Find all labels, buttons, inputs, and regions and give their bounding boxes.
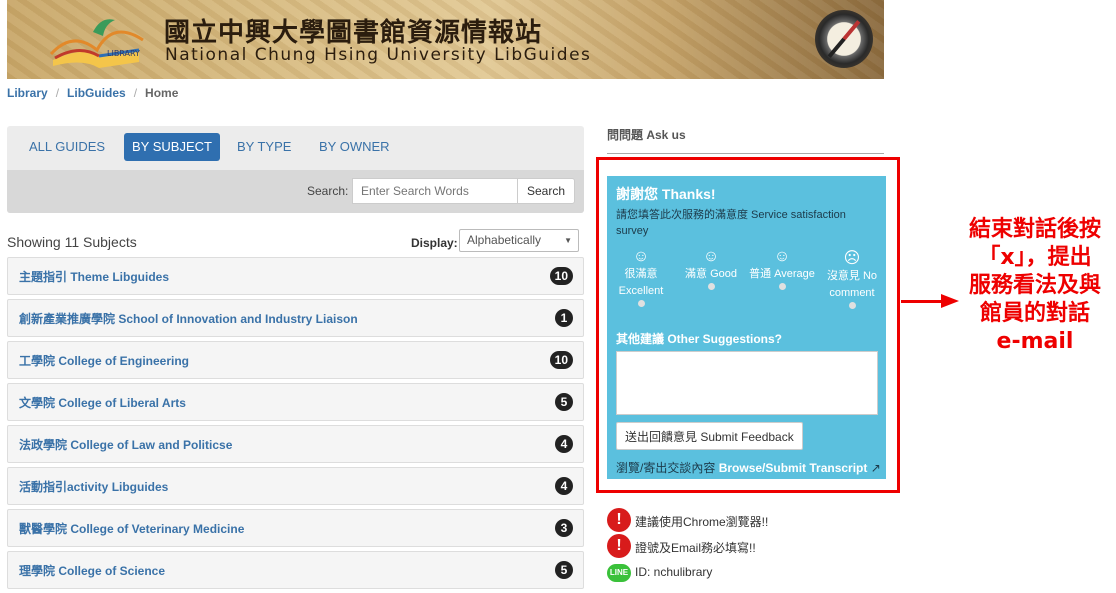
neutral-face-icon: ☺ [773,248,791,265]
rating-average[interactable]: ☺ 普通 Average [748,248,816,290]
notice-text: 證號及Email務必填寫!! [635,541,756,555]
satisfaction-survey: 謝謝您 Thanks! 請您填答此次服務的滿意度 Service satisfa… [607,176,886,479]
subject-link[interactable]: 活動指引activity Libguides [19,478,168,495]
count-badge: 3 [555,519,573,537]
guides-browse-panel: ALL GUIDES BY SUBJECT BY TYPE BY OWNER S… [7,126,584,213]
subject-link[interactable]: 文學院 College of Liberal Arts [19,394,186,411]
subject-link[interactable]: 工學院 College of Engineering [19,352,189,369]
alert-icon: ! [607,534,631,558]
rating-label: 普通 Average [749,268,815,280]
annotation-line: e-mail [996,329,1074,354]
count-badge: 1 [555,309,573,327]
banner-title-english: National Chung Hsing University LibGuide… [165,45,592,65]
rating-excellent[interactable]: ☺ 很滿意 Excellent [607,248,675,307]
list-item[interactable]: 創新產業推廣學院 School of Innovation and Indust… [7,299,584,337]
tab-all-guides[interactable]: ALL GUIDES [21,133,113,161]
subject-link[interactable]: 法政學院 College of Law and Politicse [19,436,232,453]
survey-description: 請您填答此次服務的滿意度 Service satisfaction survey [616,209,846,237]
list-item[interactable]: 法政學院 College of Law and Politicse 4 [7,425,584,463]
list-item[interactable]: 活動指引activity Libguides 4 [7,467,584,505]
notice-text: ID: nchulibrary [635,565,713,579]
notice-text: 建議使用Chrome瀏覽器!! [635,515,769,529]
rating-label: 很滿意 Excellent [618,268,664,297]
rating-no-comment[interactable]: ☹ 沒意見 No comment [818,248,886,309]
line-app-icon: LINE [607,564,631,582]
search-button[interactable]: Search [517,178,575,204]
search-bar: Search: Search [7,170,584,213]
transcript-label-en: Browse/Submit Transcript [718,461,868,475]
subject-link[interactable]: 理學院 College of Science [19,562,165,579]
display-label: Display: [411,236,458,250]
ask-us-heading: 問問題 Ask us [607,126,884,154]
subject-count-text: Showing 11 Subjects [7,234,137,250]
breadcrumb-current: Home [145,86,179,100]
breadcrumb: Library / LibGuides / Home [7,86,178,100]
rating-radio[interactable] [848,302,856,309]
annotation-line: 館員的對話 [979,301,1090,326]
annotation-line: 服務看法及與 [968,273,1101,298]
banner-title-chinese: 國立中興大學圖書館資源情報站 [164,18,543,48]
search-input[interactable] [352,178,518,204]
chevron-down-icon: ▼ [564,236,572,245]
smile-icon: ☺ [632,248,650,265]
suggestions-textarea[interactable] [616,351,878,415]
rating-radio[interactable] [778,283,786,290]
frown-icon: ☹ [843,250,861,267]
submit-feedback-button[interactable]: 送出回饋意見 Submit Feedback [616,422,803,450]
annotation-callout: 結束對話後按 「x」，提出 服務看法及與 館員的對話 e-mail [955,216,1115,356]
rating-label: 沒意見 No comment [826,270,878,299]
search-label: Search: [307,184,349,198]
rating-good[interactable]: ☺ 滿意 Good [677,248,745,290]
rating-label: 滿意 Good [685,268,737,280]
display-select-value: Alphabetically [467,233,542,247]
count-badge: 4 [555,435,573,453]
browse-tabs: ALL GUIDES BY SUBJECT BY TYPE BY OWNER [7,126,584,170]
subject-link[interactable]: 獸醫學院 College of Veterinary Medicine [19,520,244,537]
rating-radio[interactable] [707,283,715,290]
breadcrumb-libguides[interactable]: LibGuides [67,86,126,100]
smile-icon: ☺ [702,248,720,265]
transcript-link[interactable]: 瀏覽/寄出交談內容 Browse/Submit Transcript ↗ [616,459,881,476]
annotation-arrow [901,300,943,303]
tab-by-type[interactable]: BY TYPE [229,133,299,161]
annotation-line: 結束對話後按 [968,217,1101,242]
list-item[interactable]: 理學院 College of Science 5 [7,551,584,589]
subject-list: 主題指引 Theme Libguides 10 創新產業推廣學院 School … [7,257,584,593]
transcript-label-zh: 瀏覽/寄出交談內容 [616,461,716,475]
external-link-icon: ↗ [870,461,881,475]
list-item[interactable]: 文學院 College of Liberal Arts 5 [7,383,584,421]
annotation-line: 「x」，提出 [978,245,1092,270]
breadcrumb-library[interactable]: Library [7,86,48,100]
suggestions-label: 其他建議 Other Suggestions? [616,332,783,346]
survey-thanks: 謝謝您 Thanks! [616,186,716,202]
display-select[interactable]: Alphabetically ▼ [459,229,579,252]
library-logo-icon[interactable]: LIBRARY [43,10,149,70]
breadcrumb-separator: / [133,86,138,100]
tab-by-subject[interactable]: BY SUBJECT [124,133,220,161]
list-item[interactable]: 工學院 College of Engineering 10 [7,341,584,379]
list-item[interactable]: 獸醫學院 College of Veterinary Medicine 3 [7,509,584,547]
tab-by-owner[interactable]: BY OWNER [311,133,398,161]
header-banner: LIBRARY 國立中興大學圖書館資源情報站 National Chung Hs… [7,0,884,79]
count-badge: 5 [555,561,573,579]
count-badge: 10 [549,267,573,285]
logo-text: LIBRARY [107,49,140,58]
list-item[interactable]: 主題指引 Theme Libguides 10 [7,257,584,295]
rating-radio[interactable] [637,300,645,307]
count-badge: 5 [555,393,573,411]
breadcrumb-separator: / [55,86,60,100]
alert-icon: ! [607,508,631,532]
count-badge: 4 [555,477,573,495]
count-badge: 10 [549,351,573,369]
subject-link[interactable]: 主題指引 Theme Libguides [19,268,169,285]
subject-link[interactable]: 創新產業推廣學院 School of Innovation and Indust… [19,310,358,327]
